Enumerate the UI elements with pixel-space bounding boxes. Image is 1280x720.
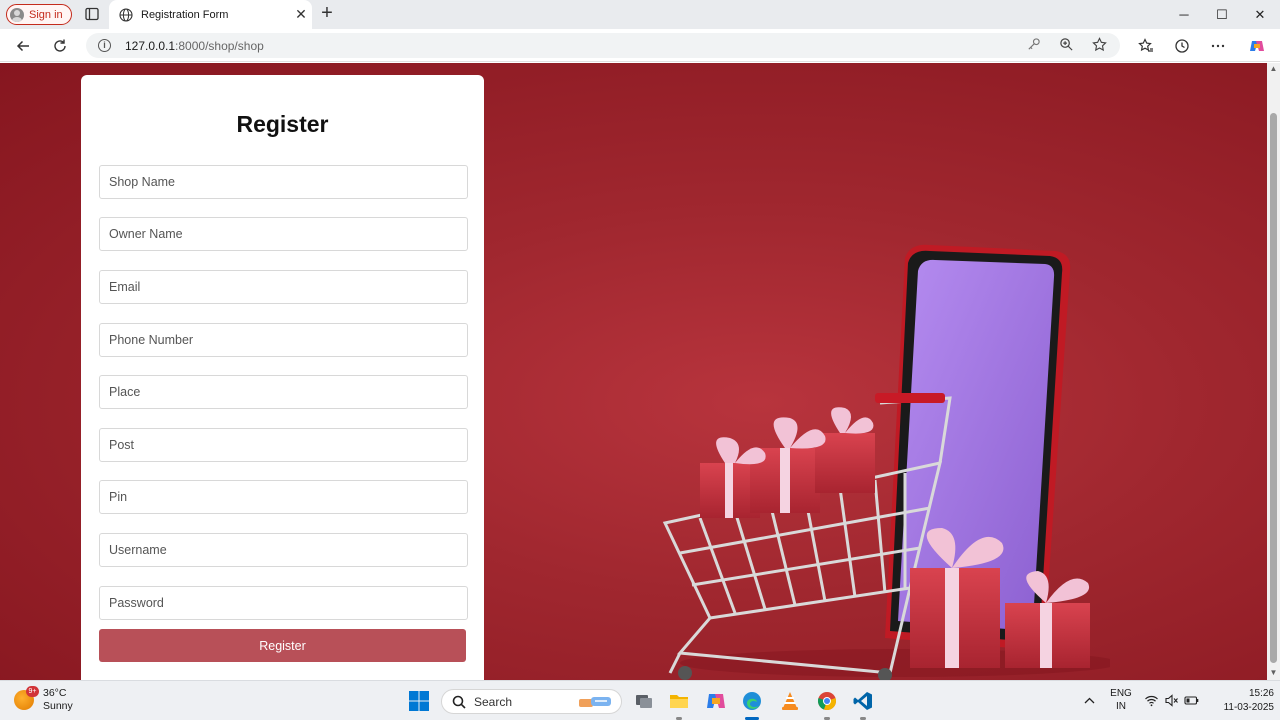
- vlc-icon[interactable]: [778, 689, 802, 713]
- system-clock[interactable]: 15:26 11-03-2025: [1204, 687, 1274, 715]
- page-scrollbar[interactable]: ▲ ▼: [1267, 63, 1280, 680]
- tab-actions-icon[interactable]: [84, 6, 100, 22]
- favorite-star-icon[interactable]: [1092, 37, 1109, 54]
- back-icon[interactable]: [12, 35, 34, 57]
- maximize-icon[interactable]: ☐: [1203, 0, 1241, 29]
- language-code: ENG: [1110, 688, 1132, 699]
- speaker-muted-icon[interactable]: [1164, 693, 1180, 709]
- sign-in-label: Sign in: [29, 8, 63, 21]
- minimize-icon[interactable]: ─: [1165, 0, 1203, 29]
- copilot-app-icon[interactable]: [704, 689, 728, 713]
- file-explorer-icon[interactable]: [667, 689, 691, 713]
- tab-close-icon[interactable]: ✕: [290, 6, 312, 23]
- wifi-icon[interactable]: [1144, 693, 1160, 709]
- tab-title: Registration Form: [141, 8, 229, 21]
- chrome-icon[interactable]: [815, 689, 839, 713]
- tab-registration-form[interactable]: Registration Form ✕: [109, 0, 312, 29]
- vscode-icon[interactable]: [851, 689, 875, 713]
- register-button[interactable]: Register: [99, 629, 466, 662]
- copilot-icon[interactable]: [1246, 35, 1268, 57]
- shopping-cart-illustration: [662, 244, 1110, 680]
- search-label: Search: [474, 694, 513, 709]
- favorites-icon[interactable]: [1135, 35, 1157, 57]
- clock-date: 11-03-2025: [1223, 702, 1274, 713]
- page-title: Register: [236, 111, 329, 137]
- window-close-icon[interactable]: ✕: [1241, 0, 1279, 29]
- scrollbar-thumb[interactable]: [1270, 113, 1277, 663]
- registration-card: Register Register: [81, 75, 484, 680]
- search-icon: [452, 695, 466, 709]
- weather-widget[interactable]: 9+ 36°C Sunny: [14, 686, 73, 713]
- taskbar: 9+ 36°C Sunny Search ENG IN 15:26 11-03-…: [0, 680, 1280, 720]
- refresh-icon[interactable]: [49, 35, 71, 57]
- task-view-icon[interactable]: [632, 689, 656, 713]
- browser-toolbar: i 127.0.0.1:8000/shop/shop: [0, 29, 1280, 62]
- battery-icon[interactable]: [1184, 693, 1200, 709]
- post-input[interactable]: [99, 428, 468, 462]
- address-bar[interactable]: i 127.0.0.1:8000/shop/shop: [86, 33, 1120, 58]
- username-input[interactable]: [99, 533, 468, 567]
- shop-name-input[interactable]: [99, 165, 468, 199]
- sign-in-button[interactable]: Sign in: [6, 4, 72, 25]
- password-input[interactable]: [99, 586, 468, 620]
- url-text: 127.0.0.1:8000/shop/shop: [125, 39, 264, 53]
- profile-avatar-icon: [10, 7, 24, 22]
- new-tab-icon[interactable]: +: [317, 3, 337, 24]
- edge-browser-icon[interactable]: [740, 689, 764, 713]
- history-icon[interactable]: [1171, 35, 1193, 57]
- globe-icon: [119, 7, 133, 22]
- weather-temperature: 36°C: [43, 687, 67, 699]
- pin-input[interactable]: [99, 480, 468, 514]
- url-path: :8000/shop/shop: [175, 38, 264, 53]
- search-highlight-icon: [579, 697, 611, 707]
- page-background: Register Register: [0, 63, 1267, 680]
- chevron-up-icon[interactable]: [1082, 693, 1098, 709]
- browser-tab-strip: Sign in Registration Form ✕ + ─ ☐ ✕: [0, 0, 1280, 29]
- scroll-up-icon[interactable]: ▲: [1269, 64, 1278, 73]
- phone-number-input[interactable]: [99, 323, 468, 357]
- zoom-icon[interactable]: [1059, 37, 1076, 54]
- scroll-down-icon[interactable]: ▼: [1269, 668, 1278, 677]
- more-menu-icon[interactable]: [1207, 35, 1229, 57]
- site-info-icon[interactable]: i: [98, 39, 111, 52]
- notification-badge: 9+: [26, 686, 39, 697]
- sun-icon: 9+: [14, 686, 39, 710]
- clock-time: 15:26: [1248, 688, 1274, 699]
- key-icon[interactable]: [1026, 37, 1043, 54]
- place-input[interactable]: [99, 375, 468, 409]
- email-input[interactable]: [99, 270, 468, 304]
- weather-condition: Sunny: [43, 700, 73, 712]
- url-host: 127.0.0.1: [125, 38, 176, 53]
- windows-start-icon[interactable]: [407, 689, 431, 713]
- owner-name-input[interactable]: [99, 217, 468, 251]
- taskbar-search[interactable]: Search: [441, 689, 622, 714]
- language-indicator[interactable]: ENG IN: [1106, 687, 1136, 713]
- region-code: IN: [1116, 701, 1126, 712]
